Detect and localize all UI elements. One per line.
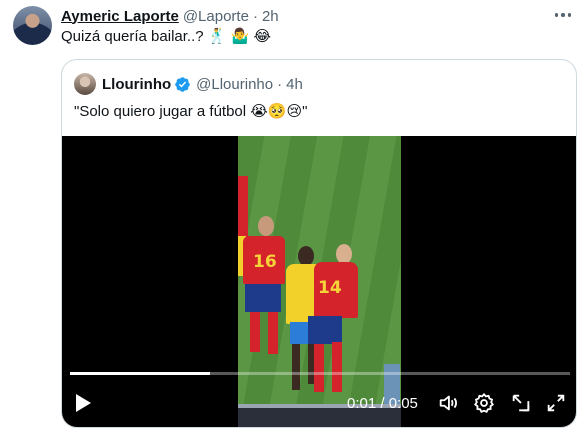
- player-leg: [250, 312, 260, 352]
- gear-icon: [474, 392, 494, 413]
- player-head: [336, 244, 352, 264]
- quoted-tweet-header: Llourinho @Llourinho · 4h: [102, 73, 303, 95]
- verified-badge-icon: [175, 76, 190, 92]
- fullscreen-button[interactable]: [544, 391, 568, 415]
- author-avatar[interactable]: [13, 6, 52, 45]
- player-leg: [314, 344, 324, 392]
- player-leg: [268, 312, 278, 354]
- player-leg: [292, 344, 300, 390]
- settings-button[interactable]: [472, 391, 496, 415]
- fullscreen-icon: [547, 394, 565, 412]
- popout-icon: [512, 394, 530, 412]
- video-timecode: 0:01 / 0:05: [347, 394, 418, 412]
- popout-button[interactable]: [509, 391, 533, 415]
- player-leg: [332, 342, 342, 392]
- tweet-text: Quizá quería bailar..? 🕺 🤷‍♂️ 😂: [61, 28, 271, 45]
- quoted-tweet-card[interactable]: Llourinho @Llourinho · 4h "Solo quiero j…: [61, 59, 577, 428]
- player-spain-16: 16: [243, 236, 285, 284]
- video-progress-fill: [70, 372, 210, 375]
- volume-button[interactable]: [436, 391, 460, 415]
- player-number: 14: [318, 278, 342, 298]
- video-progress-bar[interactable]: [70, 372, 570, 375]
- player-number: 16: [253, 252, 277, 272]
- quoted-author-handle[interactable]: @Llourinho: [196, 76, 273, 93]
- play-icon: [76, 394, 91, 412]
- play-button[interactable]: [72, 391, 94, 415]
- volume-icon: [439, 395, 457, 411]
- quoted-tweet-time[interactable]: 4h: [286, 76, 303, 93]
- player-head: [258, 216, 274, 236]
- player-shorts: [245, 284, 281, 312]
- player-head: [298, 246, 314, 266]
- more-dots-icon[interactable]: [552, 6, 574, 24]
- video-player[interactable]: 16 14 0:01 / 0:05: [62, 136, 576, 427]
- quoted-author-avatar[interactable]: [74, 73, 96, 95]
- tweet-time[interactable]: 2h: [262, 8, 279, 25]
- player-spain-14: 14: [314, 262, 358, 318]
- player-shorts: [308, 316, 342, 344]
- tweet-header: Aymeric Laporte @Laporte · 2h: [61, 6, 279, 26]
- quoted-separator-dot: ·: [277, 75, 283, 93]
- video-frame: 16 14: [238, 136, 401, 427]
- author-handle[interactable]: @Laporte: [183, 8, 249, 25]
- quoted-tweet-text: "Solo quiero jugar a fútbol 😭🥺😢": [74, 103, 308, 120]
- quoted-author-name[interactable]: Llourinho: [102, 76, 171, 93]
- separator-dot: ·: [252, 7, 258, 25]
- author-name[interactable]: Aymeric Laporte: [61, 8, 179, 25]
